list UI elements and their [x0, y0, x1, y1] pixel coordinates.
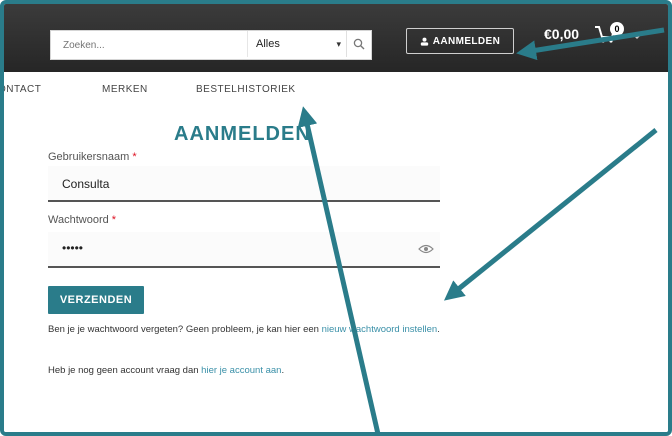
password-value: •••••: [62, 241, 84, 255]
forgot-text-end: .: [437, 324, 440, 335]
forgot-password-text: Ben je je wachtwoord vergeten? Geen prob…: [48, 322, 448, 337]
nav-item-contact[interactable]: ONTACT: [4, 84, 41, 95]
search-input[interactable]: [51, 31, 255, 59]
main-nav: ONTACT MERKEN BESTELHISTORIEK: [4, 72, 668, 113]
search-scope-value: Alles: [256, 38, 280, 50]
register-text-end: .: [281, 365, 285, 376]
search-button[interactable]: [346, 31, 371, 57]
search-icon: [353, 38, 365, 50]
forgot-text: Ben je je wachtwoord vergeten? Geen prob…: [48, 324, 322, 335]
password-label: Wachtwoord *: [48, 214, 116, 226]
page-title: AANMELDEN: [174, 123, 311, 145]
password-label-text: Wachtwoord: [48, 214, 109, 226]
eye-icon[interactable]: [418, 244, 434, 254]
search-bar: Alles ▾: [50, 30, 372, 60]
register-text-start: Heb je nog geen account vraag dan: [48, 365, 202, 376]
register-link[interactable]: hier je account aan: [201, 365, 281, 376]
cart-total[interactable]: €0,00: [544, 26, 579, 42]
username-label: Gebruikersnaam *: [48, 151, 137, 163]
register-text: Heb je nog geen account vraag dan hier j…: [48, 363, 448, 378]
cart-count-badge: 0: [610, 22, 624, 36]
username-field[interactable]: Consulta: [48, 166, 440, 202]
nav-item-bestelhistoriek[interactable]: BESTELHISTORIEK: [196, 84, 296, 95]
username-value: Consulta: [62, 177, 110, 191]
username-label-text: Gebruikersnaam: [48, 151, 130, 163]
chevron-down-icon[interactable]: [632, 32, 642, 40]
password-field[interactable]: •••••: [48, 232, 440, 268]
nav-item-merken[interactable]: MERKEN: [102, 84, 148, 95]
search-scope-select[interactable]: Alles ▾: [247, 31, 347, 57]
top-header: Alles ▾ AANMELDEN €0,00 0: [4, 4, 668, 72]
reset-password-link[interactable]: nieuw wachtwoord instellen: [322, 324, 438, 335]
user-icon: [420, 37, 428, 46]
required-mark: *: [132, 151, 137, 163]
login-button[interactable]: AANMELDEN: [406, 28, 514, 54]
required-mark: *: [111, 214, 117, 226]
login-label: AANMELDEN: [432, 35, 501, 47]
chevron-down-icon: ▾: [336, 39, 341, 49]
submit-button[interactable]: VERZENDEN: [48, 286, 144, 314]
browser-frame: Alles ▾ AANMELDEN €0,00 0 ONTACT MERKEN …: [0, 0, 672, 436]
login-form-section: AANMELDEN Gebruikersnaam * Consulta Wach…: [4, 112, 668, 432]
